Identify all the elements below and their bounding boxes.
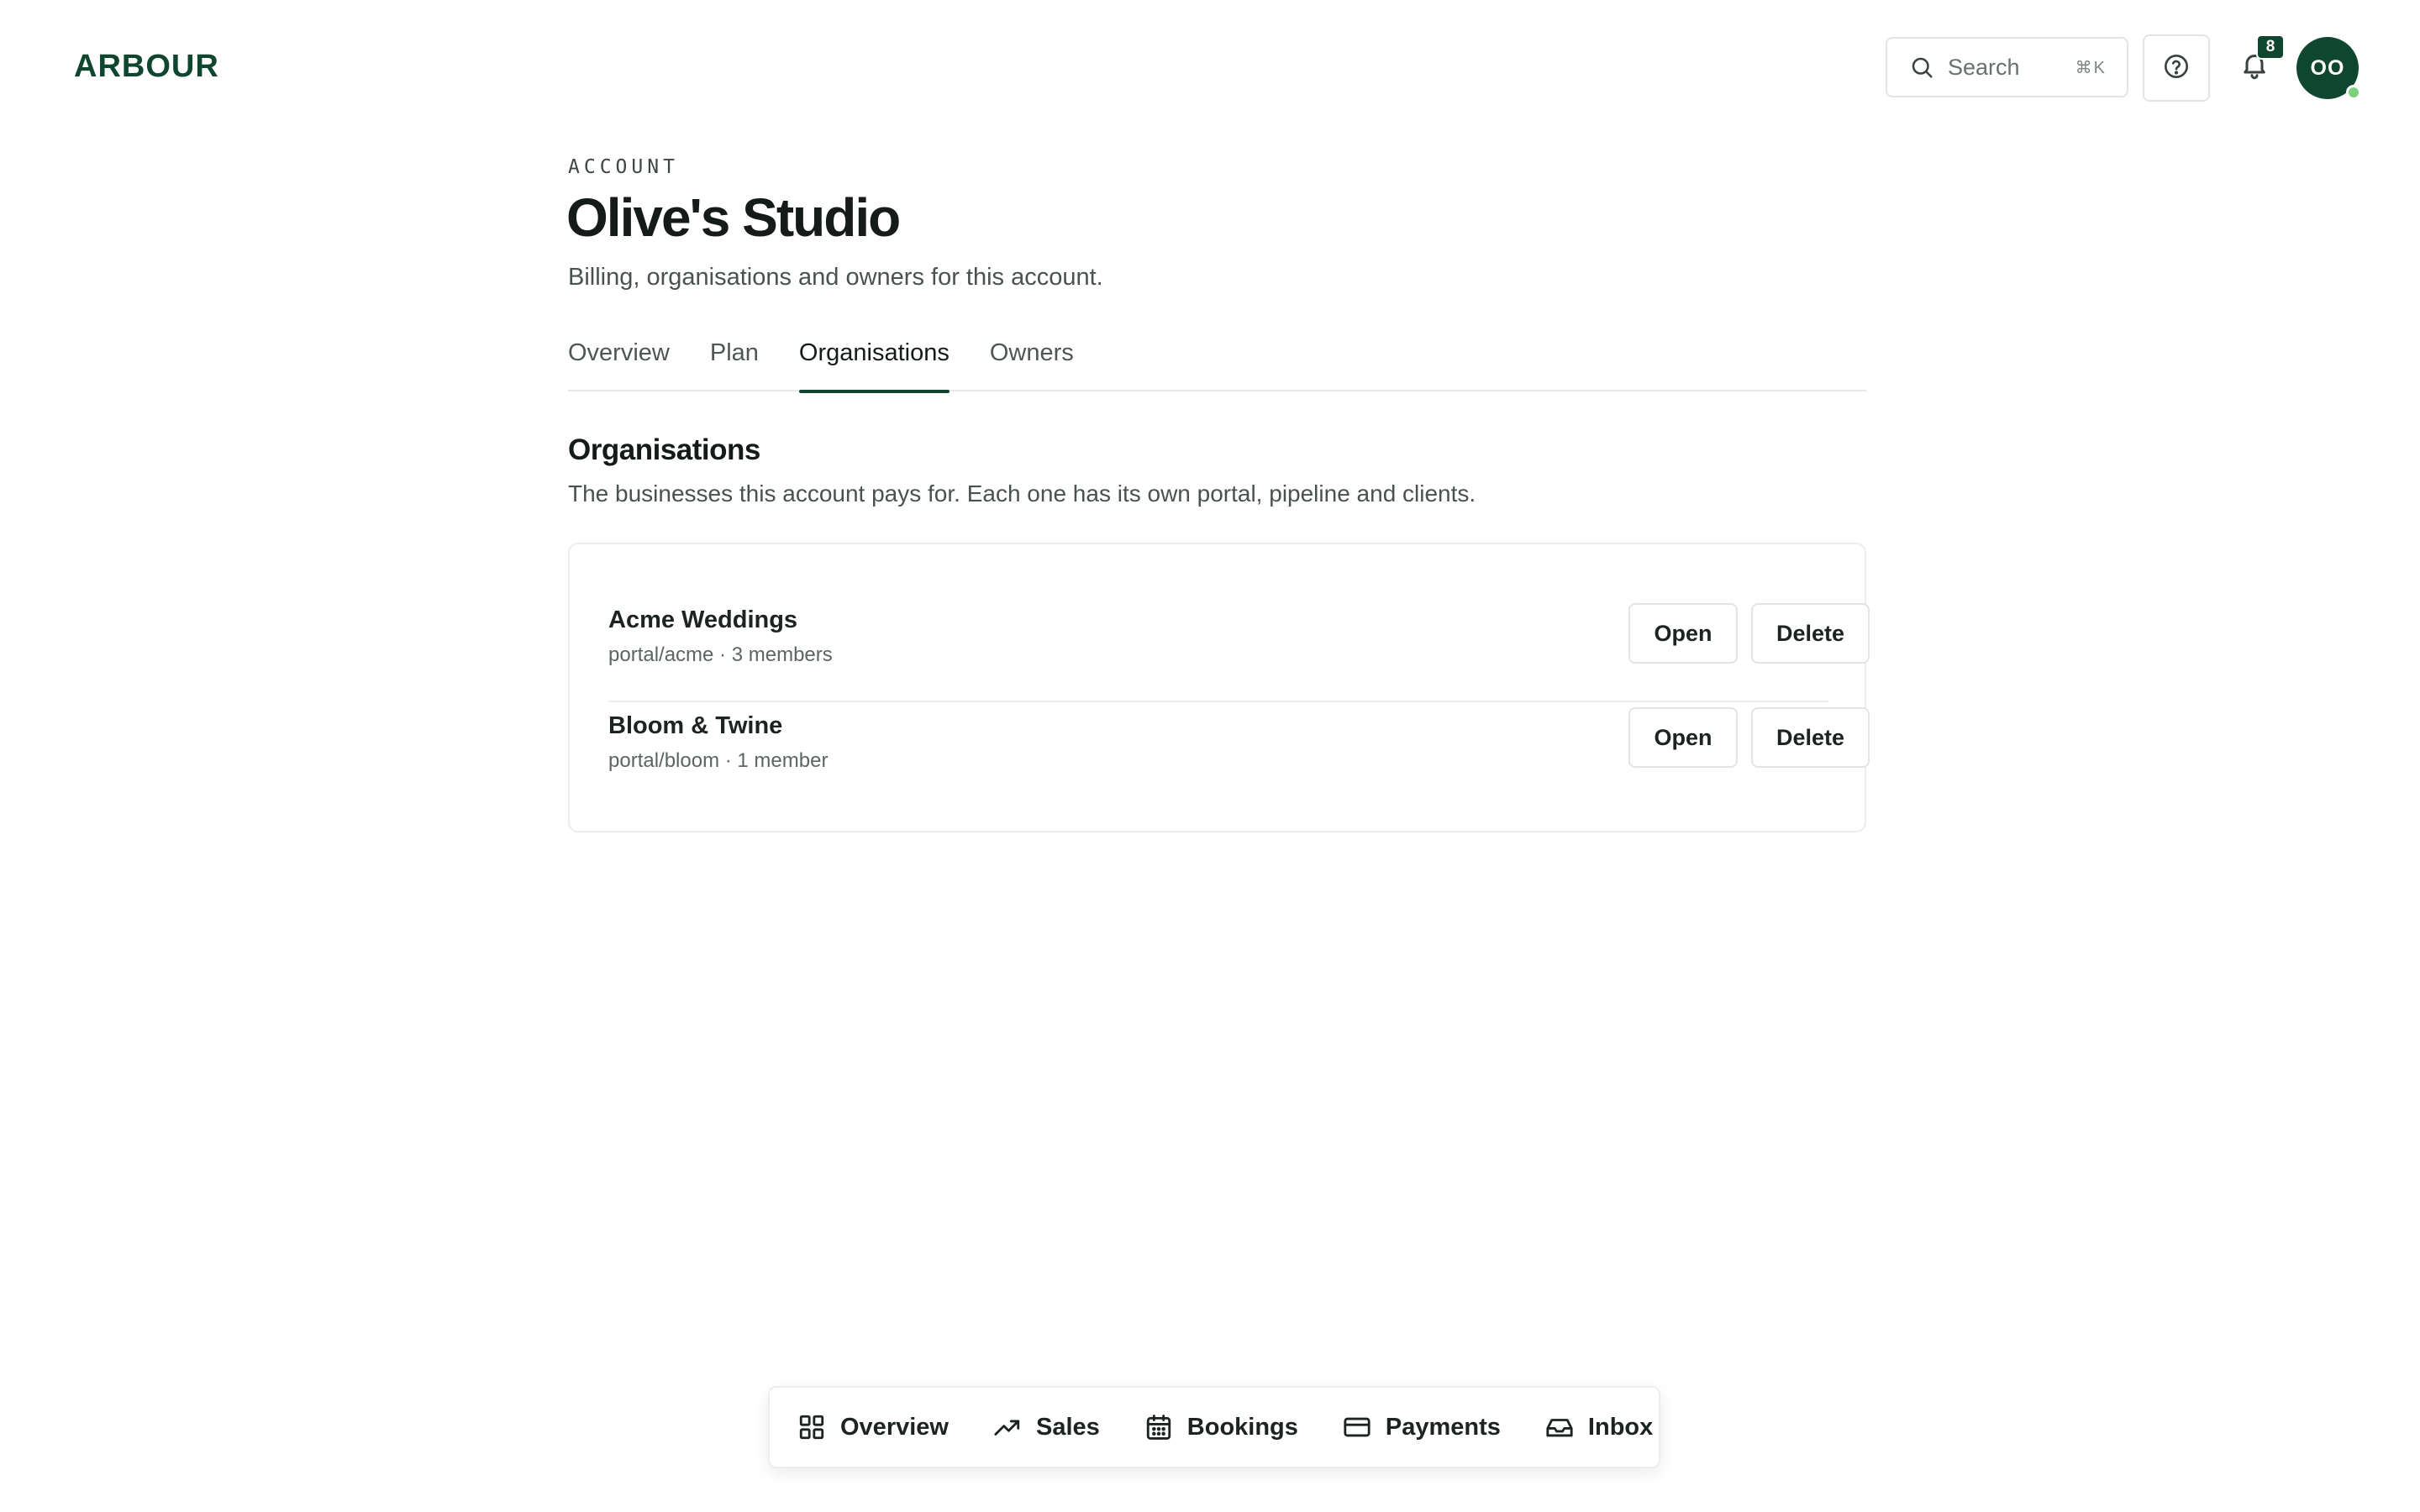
tab-plan[interactable]: Plan <box>710 336 759 391</box>
search-shortcut: ⌘K <box>2075 58 2107 77</box>
org-name: Acme Weddings <box>608 606 798 633</box>
trending-up-icon <box>992 1412 1023 1442</box>
nav-item-label: Inbox <box>1587 1413 1654 1441</box>
nav-item-inbox[interactable]: Inbox <box>1544 1412 1653 1442</box>
org-meta: portal/acme · 3 members <box>608 643 833 666</box>
section-title: Organisations <box>568 433 760 466</box>
online-status-dot <box>2346 85 2361 100</box>
help-circle-icon <box>2163 53 2190 84</box>
page-eyebrow: ACCOUNT <box>568 156 679 178</box>
delete-button[interactable]: Delete <box>1751 603 1870 664</box>
section-description: The businesses this account pays for. Ea… <box>568 480 1476 507</box>
tab-owners[interactable]: Owners <box>990 336 1074 391</box>
tab-overview[interactable]: Overview <box>568 336 670 391</box>
help-button[interactable] <box>2143 34 2210 102</box>
nav-item-label: Payments <box>1385 1413 1501 1441</box>
notification-count-badge: 8 <box>2256 34 2285 60</box>
search-placeholder: Search <box>1948 54 2020 80</box>
tab-organisations[interactable]: Organisations <box>798 336 950 393</box>
delete-button[interactable]: Delete <box>1751 707 1870 768</box>
list-item: Bloom & Twine portal/bloom · 1 member Op… <box>608 702 1870 808</box>
org-meta: portal/bloom · 1 member <box>608 749 829 772</box>
nav-item-bookings[interactable]: Bookings <box>1144 1412 1298 1442</box>
account-page: ARBOUR Search ⌘K 8 OO ACCOUNT Olive's St… <box>0 0 2420 1512</box>
nav-item-sales[interactable]: Sales <box>992 1412 1100 1442</box>
nav-item-label: Bookings <box>1186 1413 1298 1441</box>
organisations-card: Acme Weddings portal/acme · 3 members Op… <box>568 543 1870 832</box>
bottom-nav: Overview Sales Bookings Payments Inbox <box>768 1386 1660 1468</box>
nav-item-overview[interactable]: Overview <box>797 1412 949 1442</box>
arbour-logo[interactable]: ARBOUR <box>74 49 219 85</box>
open-button[interactable]: Open <box>1628 603 1738 664</box>
page-title: Olive's Studio <box>566 187 901 248</box>
nav-item-label: Sales <box>1035 1413 1100 1441</box>
account-tabs: Overview Plan Organisations Owners <box>568 336 1866 393</box>
list-item: Acme Weddings portal/acme · 3 members Op… <box>608 596 1870 702</box>
org-name: Bloom & Twine <box>608 712 783 739</box>
inbox-icon <box>1544 1412 1575 1442</box>
search-icon <box>1907 53 1936 81</box>
page-subtitle: Billing, organisations and owners for th… <box>568 264 1103 291</box>
search-input[interactable]: Search ⌘K <box>1886 37 2128 97</box>
nav-item-payments[interactable]: Payments <box>1342 1412 1501 1442</box>
open-button[interactable]: Open <box>1628 707 1738 768</box>
nav-item-label: Overview <box>840 1413 949 1441</box>
calendar-icon <box>1144 1412 1174 1442</box>
credit-card-icon <box>1342 1412 1372 1442</box>
grid-icon <box>797 1412 827 1442</box>
